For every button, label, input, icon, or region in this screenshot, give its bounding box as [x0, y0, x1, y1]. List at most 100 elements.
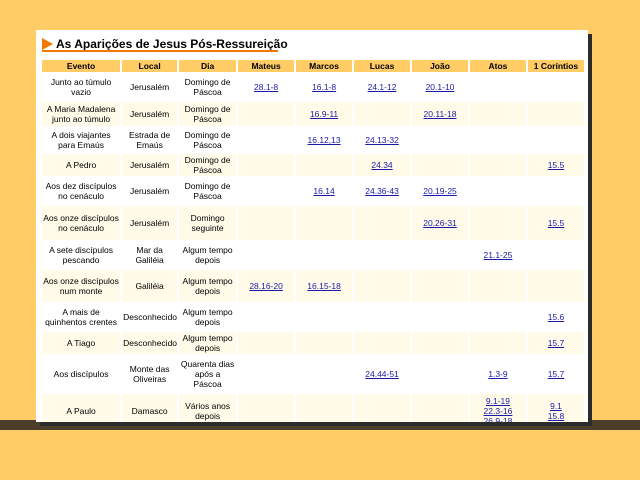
reference-link[interactable]: 28.16-20 — [239, 281, 293, 291]
cell-atos — [469, 74, 526, 100]
reference-link[interactable]: 22.3-16 — [471, 406, 525, 416]
cell-joao — [412, 270, 468, 302]
cell-atos — [469, 304, 526, 330]
cell-1-corintios: 15.5 — [527, 206, 584, 240]
header-lucas: Lucas — [354, 60, 411, 72]
table-row: A mais de quinhentos crentes Desconhecido… — [42, 304, 584, 330]
cell-lucas — [354, 332, 411, 354]
cell-evento: Aos onze discípulos num monte — [42, 270, 121, 302]
reference-link[interactable]: 20.11-18 — [413, 109, 467, 119]
cell-dia: Domingo de Páscoa — [179, 178, 237, 204]
cell-atos — [469, 154, 526, 176]
cell-lucas — [354, 242, 411, 268]
reference-link[interactable]: 15.7 — [529, 369, 583, 379]
cell-mateus — [238, 332, 295, 354]
reference-link[interactable]: 24.1-12 — [355, 82, 409, 92]
reference-link[interactable]: 9.1-19 — [471, 396, 525, 406]
header-local: Local — [122, 60, 178, 72]
cell-dia: Vários anos depois — [179, 394, 237, 422]
arrow-right-icon — [42, 38, 53, 50]
reference-link[interactable]: 26.9-18 — [471, 416, 525, 422]
cell-joao: 20.11-18 — [412, 102, 468, 126]
reference-link[interactable]: 15.6 — [529, 312, 583, 322]
reference-link[interactable]: 24.36-43 — [355, 186, 409, 196]
cell-joao — [412, 128, 468, 152]
header-marcos: Marcos — [296, 60, 353, 72]
cell-mateus — [238, 128, 295, 152]
cell-evento: Aos dez discípulos no cenáculo — [42, 178, 121, 204]
reference-link[interactable]: 9.1 — [529, 401, 583, 411]
reference-link[interactable]: 24.34 — [355, 160, 409, 170]
cell-atos — [469, 128, 526, 152]
cell-dia: Domingo de Páscoa — [179, 102, 237, 126]
cell-evento: A dois viajantes para Emaús — [42, 128, 121, 152]
cell-joao: 20.26-31 — [412, 206, 468, 240]
cell-local: Jerusalém — [122, 178, 178, 204]
reference-link[interactable]: 15.5 — [529, 218, 583, 228]
table-row: A Paulo Damasco Vários anos depois 9.1-19 22… — [42, 394, 584, 422]
reference-link[interactable]: 1.3-9 — [471, 369, 525, 379]
table-row: A Pedro Jerusalém Domingo de Páscoa 24.34 15… — [42, 154, 584, 176]
cell-mateus — [238, 178, 295, 204]
cell-local: Mar da Galiléia — [122, 242, 178, 268]
cell-joao: 20.19-25 — [412, 178, 468, 204]
cell-lucas: 24.36-43 — [354, 178, 411, 204]
appearances-table: Evento Local Dia Mateus Marcos Lucas Joã… — [40, 58, 586, 422]
cell-local: Desconhecido — [122, 304, 178, 330]
reference-link[interactable]: 24.44-51 — [355, 369, 409, 379]
cell-evento: A mais de quinhentos crentes — [42, 304, 121, 330]
cell-atos: 9.1-19 22.3-16 26.9-18 — [469, 394, 526, 422]
header-mateus: Mateus — [238, 60, 295, 72]
cell-atos — [469, 270, 526, 302]
page-title: As Aparições de Jesus Pós-Ressureição — [56, 37, 288, 51]
cell-1-corintios — [527, 102, 584, 126]
cell-atos — [469, 332, 526, 354]
reference-link[interactable]: 24.13-32 — [355, 135, 409, 145]
cell-joao — [412, 332, 468, 354]
cell-marcos: 16.15-18 — [296, 270, 353, 302]
reference-link[interactable]: 21.1-25 — [471, 250, 525, 260]
reference-link[interactable]: 15.7 — [529, 338, 583, 348]
cell-marcos — [296, 154, 353, 176]
reference-link[interactable]: 16.12,13 — [297, 135, 351, 145]
cell-dia: Domingo seguinte — [179, 206, 237, 240]
cell-evento: Aos discípulos — [42, 356, 121, 392]
cell-1-corintios — [527, 128, 584, 152]
reference-link[interactable]: 16.9-11 — [297, 109, 351, 119]
cell-1-corintios — [527, 178, 584, 204]
reference-link[interactable]: 28.1-8 — [239, 82, 293, 92]
cell-local: Damasco — [122, 394, 178, 422]
reference-link[interactable]: 16.14 — [297, 186, 351, 196]
cell-atos: 1.3-9 — [469, 356, 526, 392]
cell-atos — [469, 178, 526, 204]
cell-mateus — [238, 304, 295, 330]
cell-dia: Quarenta dias após a Páscoa — [179, 356, 237, 392]
cell-marcos — [296, 304, 353, 330]
reference-link[interactable]: 20.26-31 — [413, 218, 467, 228]
header-1-corintios: 1 Coríntios — [527, 60, 584, 72]
header-evento: Evento — [42, 60, 121, 72]
cell-1-corintios: 9.1 15.8 — [527, 394, 584, 422]
reference-link[interactable]: 16.15-18 — [297, 281, 351, 291]
cell-lucas — [354, 304, 411, 330]
content-panel: As Aparições de Jesus Pós-Ressureição Ev… — [36, 30, 588, 422]
reference-link[interactable]: 16.1-8 — [297, 82, 351, 92]
cell-joao — [412, 154, 468, 176]
table-row: A Tiago Desconhecido Algum tempo depois 15.… — [42, 332, 584, 354]
reference-link[interactable]: 20.1-10 — [413, 82, 467, 92]
cell-local: Estrada de Emaús — [122, 128, 178, 152]
header-joao: João — [412, 60, 468, 72]
cell-1-corintios: 15.7 — [527, 332, 584, 354]
header-atos: Atos — [469, 60, 526, 72]
reference-link[interactable]: 15.5 — [529, 160, 583, 170]
cell-evento: Junto ao túmulo vazio — [42, 74, 121, 100]
reference-link[interactable]: 15.8 — [529, 411, 583, 421]
cell-mateus — [238, 206, 295, 240]
cell-lucas — [354, 206, 411, 240]
cell-dia: Algum tempo depois — [179, 304, 237, 330]
cell-joao — [412, 242, 468, 268]
cell-joao: 20.1-10 — [412, 74, 468, 100]
cell-evento: A Tiago — [42, 332, 121, 354]
cell-local: Jerusalém — [122, 154, 178, 176]
reference-link[interactable]: 20.19-25 — [413, 186, 467, 196]
